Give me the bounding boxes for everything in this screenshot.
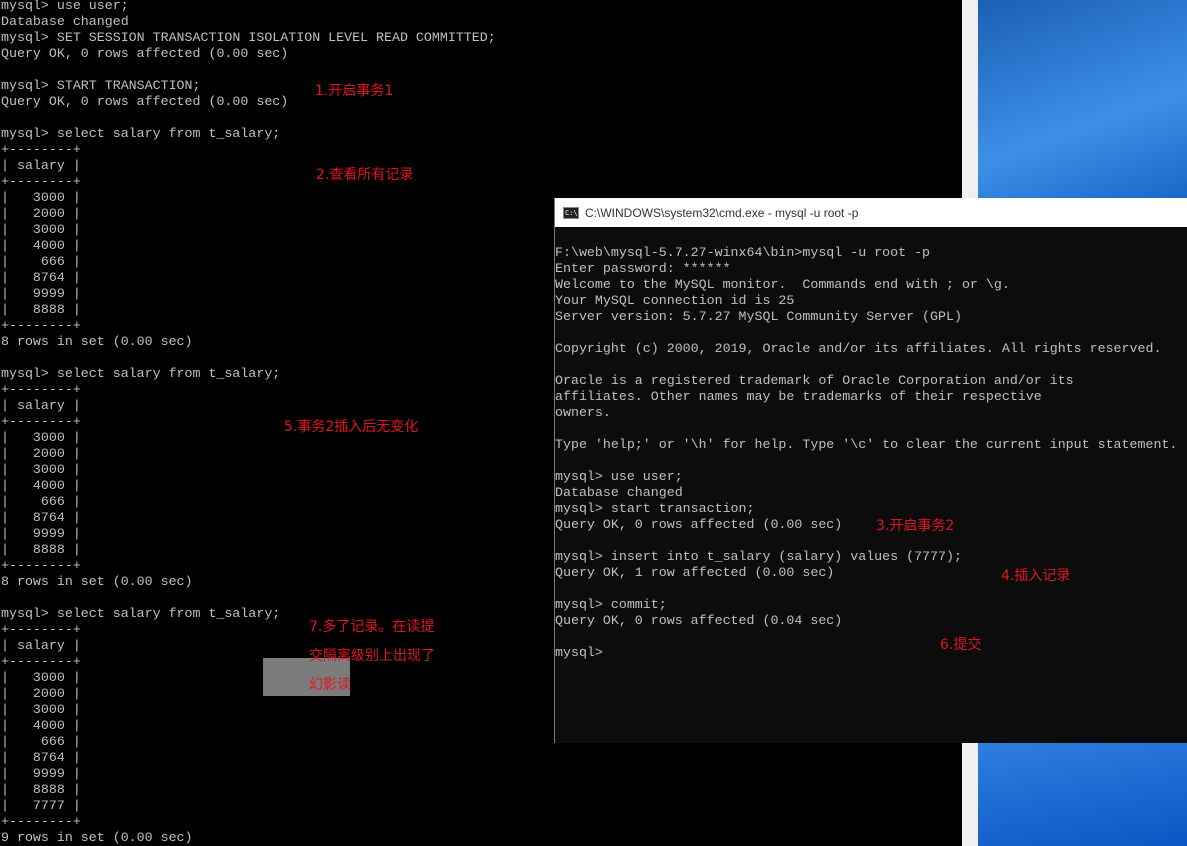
- cmd-terminal-output: F:\web\mysql-5.7.27-winx64\bin>mysql -u …: [555, 245, 1178, 660]
- cmd-icon: C:\: [563, 206, 579, 219]
- desktop-wallpaper-top: [978, 0, 1187, 200]
- annotation-start-tx1: 1.开启事务1: [315, 83, 394, 99]
- desktop-wallpaper-bottom: [978, 740, 1187, 846]
- annotation-commit: 6.提交: [940, 637, 982, 653]
- left-terminal-output: mysql> use user; Database changed mysql>…: [1, 0, 496, 845]
- annotation-phantom-read: 7.多了记录。在读提 交隔离级别上出现了 幻影读: [309, 619, 435, 693]
- annotation-start-tx2: 3.开启事务2: [876, 518, 955, 534]
- cmd-titlebar[interactable]: C:\ C:\WINDOWS\system32\cmd.exe - mysql …: [555, 198, 1187, 227]
- annotation-insert-record: 4.插入记录: [1001, 568, 1071, 584]
- cmd-window-title: C:\WINDOWS\system32\cmd.exe - mysql -u r…: [585, 205, 859, 220]
- cmd-window[interactable]: C:\ C:\WINDOWS\system32\cmd.exe - mysql …: [554, 198, 1187, 743]
- annotation-no-change: 5.事务2插入后无变化: [284, 419, 419, 435]
- annotation-view-records: 2.查看所有记录: [316, 167, 414, 183]
